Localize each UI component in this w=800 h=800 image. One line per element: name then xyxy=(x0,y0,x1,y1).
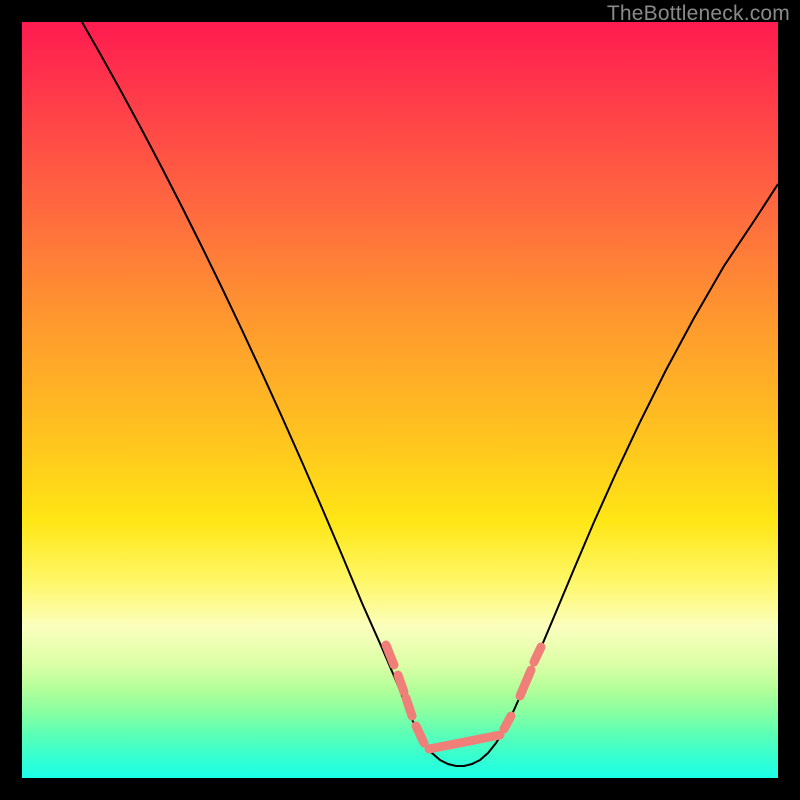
chart-svg xyxy=(22,22,778,778)
chart-plot-area xyxy=(22,22,778,778)
marker-segment xyxy=(406,698,412,716)
watermark-text: TheBottleneck.com xyxy=(607,2,790,26)
marker-segment xyxy=(504,716,511,729)
curve-markers xyxy=(386,645,541,749)
curve-main xyxy=(82,22,778,766)
marker-segment xyxy=(429,735,500,749)
chart-frame: TheBottleneck.com xyxy=(0,0,800,800)
bottleneck-curve xyxy=(82,22,778,766)
marker-segment xyxy=(534,647,541,662)
marker-segment xyxy=(416,726,424,743)
marker-segment xyxy=(398,675,404,692)
marker-segment xyxy=(520,670,531,696)
